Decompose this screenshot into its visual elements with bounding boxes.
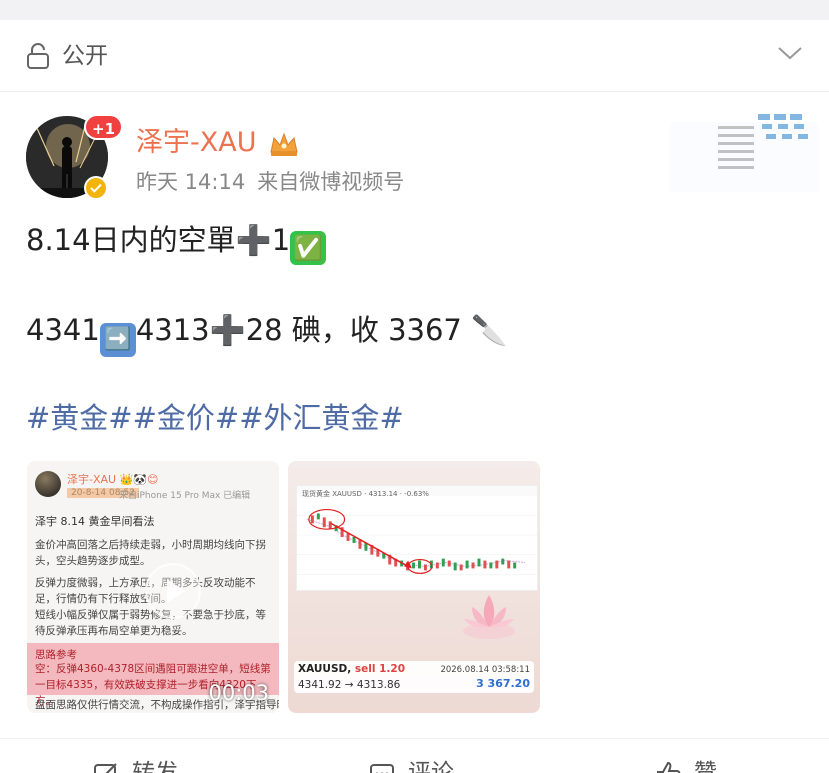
price-from: 4341 [26, 313, 100, 347]
thumb-title: 泽宇 8.14 黄金早间看法 [35, 515, 155, 528]
knife-icon: 🔪 [471, 313, 508, 347]
post-line-2-rest: 28 碘，收 3367 [245, 313, 462, 347]
thumb-author-name: 泽宇-XAU 👑🐼😊 [67, 473, 159, 486]
top-strip [0, 0, 829, 20]
thumb-plan-title: 思路参考 [35, 649, 77, 661]
post-source[interactable]: 来自微博视频号 [257, 170, 404, 194]
thumb-device: 来自iPhone 15 Pro Max 已编辑 [119, 491, 251, 501]
video-duration: 00:03 [208, 681, 269, 705]
chart-header: 现货黄金 XAUUSD · 4313.14 · -0.63% [302, 490, 429, 498]
repost-icon [94, 763, 117, 773]
play-icon[interactable] [143, 561, 203, 621]
comment-label: 评论 [408, 760, 454, 773]
trading-chart [296, 485, 538, 591]
lotus-icon [463, 595, 515, 639]
price-to: 4313 [135, 313, 210, 347]
post-line-2: 4341 ➡️ 4313➕28 碘，收 3367 🔪 [26, 308, 507, 357]
like-label: 赞 [694, 760, 717, 773]
hashtag-gold[interactable]: #黄金# [26, 401, 133, 435]
post-line-1-text: 8.14日内的空單 [26, 223, 236, 257]
qr-decoration-icon [670, 114, 818, 192]
lock-icon [27, 43, 49, 69]
plus-icon: ➕ [209, 313, 246, 347]
crown-icon [270, 132, 298, 156]
hashtag-forex-gold[interactable]: #外汇黄金# [239, 401, 404, 435]
trade-prices: 4341.92 → 4313.86 [298, 679, 401, 691]
trade-profit: 3 367.20 [476, 677, 530, 690]
check-mark-icon: ✅ [290, 231, 327, 265]
trade-symbol: XAUUSD, [298, 663, 352, 675]
post-line-1-count: 1 [271, 223, 291, 257]
repost-label: 转发 [132, 760, 178, 773]
arrow-right-icon: ➡️ [99, 323, 136, 357]
hashtag-gold-price[interactable]: #金价# [133, 401, 240, 435]
repost-button[interactable]: 转发 [92, 748, 178, 773]
chevron-down-icon[interactable] [777, 44, 803, 62]
trade-timestamp: 2026.08.14 03:58:11 [440, 665, 530, 675]
image-thumbnail[interactable]: 现货黄金 XAUUSD · 4313.14 · -0.63% XAUUSD, s… [288, 461, 540, 713]
hashtags: #黄金##金价##外汇黄金# [26, 396, 404, 440]
comment-icon [370, 764, 394, 773]
thumb-avatar [35, 471, 61, 497]
like-button[interactable]: 赞 [654, 748, 717, 773]
trade-pair: XAUUSD, sell 1.20 [298, 663, 405, 675]
action-divider [0, 738, 829, 739]
post-line-1: 8.14日内的空單➕1 ✅ [26, 218, 327, 265]
privacy-selector[interactable]: 公开 [0, 20, 829, 92]
post-time: 昨天 14:14 [136, 170, 246, 194]
video-thumbnail[interactable]: 泽宇-XAU 👑🐼😊 20-8-14 08:52 来自iPhone 15 Pro… [27, 461, 279, 713]
privacy-label: 公开 [62, 43, 108, 69]
action-bar: 转发 评论 赞 [0, 740, 829, 773]
verified-icon [84, 176, 108, 200]
thumbs-up-icon [657, 761, 681, 773]
post-meta: 昨天 14:14 来自微博视频号 [136, 168, 416, 196]
notification-badge: +1 [84, 114, 124, 140]
username[interactable]: 泽宇-XAU [136, 126, 256, 160]
comment-button[interactable]: 评论 [368, 748, 454, 773]
trade-side: sell 1.20 [354, 663, 406, 675]
plus-icon: ➕ [235, 223, 272, 257]
